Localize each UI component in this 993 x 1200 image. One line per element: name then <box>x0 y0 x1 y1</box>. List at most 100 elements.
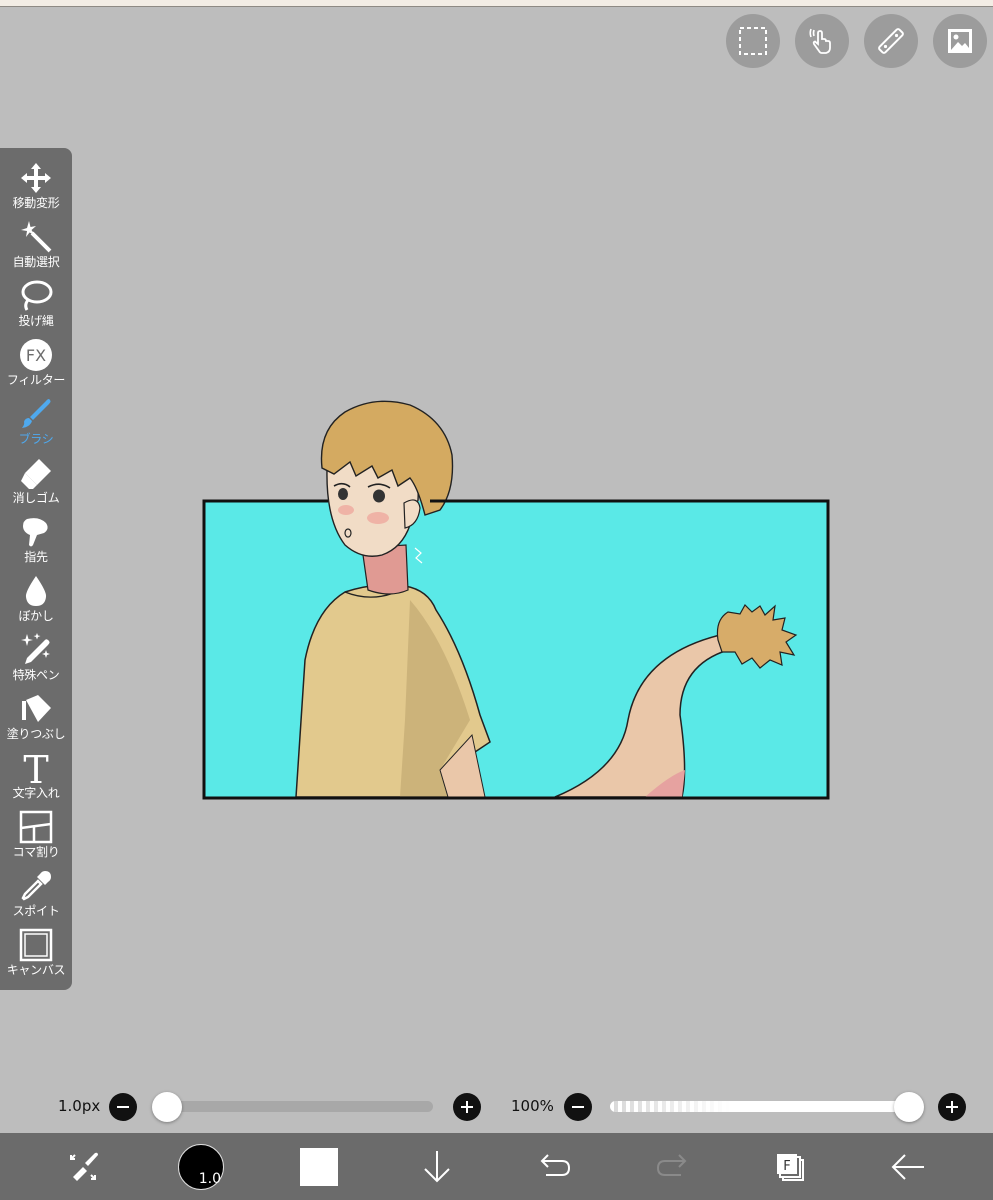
brush-size-slider-thumb[interactable] <box>152 1092 182 1122</box>
tool-move[interactable]: 移動変形 <box>0 160 72 218</box>
brush-size-slider-track[interactable] <box>154 1101 433 1112</box>
left-eye <box>338 488 348 500</box>
mouth <box>344 528 352 538</box>
tool-label: 文字入れ <box>12 786 60 800</box>
tool-brush[interactable]: ブラシ <box>0 396 72 454</box>
opacity-slider-thumb[interactable] <box>894 1092 924 1122</box>
tool-label: ブラシ <box>18 432 54 446</box>
ruler-icon <box>878 28 904 54</box>
tool-label: フィルター <box>6 373 66 387</box>
bottom-toolbar: 1.0 F <box>0 1133 993 1200</box>
save-button[interactable] <box>402 1133 472 1200</box>
tool-label: 特殊ペン <box>12 668 60 682</box>
hand-touch-icon <box>809 28 831 54</box>
sparkle-pen-icon <box>17 632 55 668</box>
magic-wand-icon <box>17 219 55 255</box>
drawing-canvas <box>0 0 993 1200</box>
bucket-icon <box>17 691 55 727</box>
cyan-panel <box>204 501 828 798</box>
svg-text:FX: FX <box>26 346 46 365</box>
back-button[interactable] <box>873 1133 943 1200</box>
brush-size-preview: 1.0 <box>178 1143 224 1190</box>
transform-icon <box>70 1152 98 1181</box>
color-button[interactable] <box>284 1133 354 1200</box>
gesture-button[interactable] <box>795 14 849 68</box>
tool-frame-divider[interactable]: コマ割り <box>0 809 72 867</box>
tool-label: 消しゴム <box>12 491 60 505</box>
redo-icon <box>656 1153 687 1176</box>
frame-divider-icon <box>17 809 55 845</box>
opacity-decrease-button[interactable] <box>564 1093 592 1121</box>
tool-blur[interactable]: ぼかし <box>0 573 72 631</box>
lasso-icon <box>17 278 55 314</box>
tool-label: 移動変形 <box>12 196 60 210</box>
undo-icon <box>540 1153 571 1176</box>
download-icon <box>424 1150 450 1182</box>
fx-icon: FX <box>17 337 55 373</box>
back-icon <box>891 1153 924 1180</box>
layers-icon: F <box>777 1153 804 1181</box>
canvas-icon <box>17 927 55 963</box>
status-bar-edge <box>0 0 993 7</box>
selection-tool-button[interactable] <box>726 14 780 68</box>
panel-border <box>202 499 830 800</box>
dashed-select-icon <box>739 27 767 55</box>
minus-icon <box>572 1106 584 1108</box>
plus-icon <box>946 1101 958 1113</box>
tool-filter[interactable]: FX フィルター <box>0 337 72 395</box>
tool-text[interactable]: T 文字入れ <box>0 750 72 808</box>
redo-button[interactable] <box>637 1133 707 1200</box>
top-tool-group <box>726 14 987 68</box>
move-arrows-icon <box>17 160 55 196</box>
svg-text:T: T <box>23 750 48 786</box>
image-icon <box>948 29 972 53</box>
tool-label: スポイト <box>12 904 60 918</box>
brush-size-value: 1.0 <box>198 1170 221 1187</box>
tool-special-pen[interactable]: 特殊ペン <box>0 632 72 690</box>
neck <box>361 544 409 595</box>
minus-icon <box>117 1106 129 1108</box>
text-icon: T <box>17 750 55 786</box>
tool-label: ぼかし <box>18 609 54 623</box>
opacity-increase-button[interactable] <box>938 1093 966 1121</box>
tool-eraser[interactable]: 消しゴム <box>0 455 72 513</box>
finger-icon <box>17 514 55 550</box>
tool-eyedropper[interactable]: スポイト <box>0 868 72 926</box>
tail-tuft <box>716 604 798 669</box>
tool-label: 自動選択 <box>12 255 60 269</box>
property-slider-row: 1.0px 100% <box>0 1086 993 1126</box>
opacity-slider-track[interactable] <box>610 1101 910 1112</box>
brush-icon <box>17 396 55 432</box>
tail <box>554 634 730 798</box>
plus-icon <box>461 1101 473 1113</box>
face <box>326 446 419 557</box>
layers-button[interactable]: F <box>755 1133 825 1200</box>
hair <box>320 400 454 516</box>
tool-smudge[interactable]: 指先 <box>0 514 72 572</box>
tool-canvas[interactable]: キャンバス <box>0 927 72 985</box>
shirt <box>295 584 491 798</box>
eyedropper-icon <box>17 868 55 904</box>
brush-size-increase-button[interactable] <box>453 1093 481 1121</box>
material-button[interactable] <box>933 14 987 68</box>
transform-button[interactable] <box>48 1133 118 1200</box>
tool-fill[interactable]: 塗りつぶし <box>0 691 72 749</box>
tool-magic-wand[interactable]: 自動選択 <box>0 219 72 277</box>
droplet-icon <box>17 573 55 609</box>
opacity-label: 100% <box>511 1097 554 1115</box>
tool-lasso[interactable]: 投げ縄 <box>0 278 72 336</box>
tool-label: コマ割り <box>12 845 60 859</box>
brush-size-label: 1.0px <box>58 1097 101 1115</box>
tool-label: キャンバス <box>6 963 66 977</box>
tool-label: 指先 <box>24 550 48 564</box>
ruler-button[interactable] <box>864 14 918 68</box>
brush-size-decrease-button[interactable] <box>109 1093 137 1121</box>
tool-label: 投げ縄 <box>18 314 54 328</box>
right-eye <box>373 489 385 503</box>
brush-size-button[interactable]: 1.0 <box>166 1133 236 1200</box>
eraser-icon <box>17 455 55 491</box>
tool-label: 塗りつぶし <box>6 727 66 741</box>
color-swatch <box>300 1147 338 1186</box>
tool-palette: 移動変形 自動選択 投げ縄 FX フィルター ブラシ 消しゴム 指先 ぼかし 特… <box>0 148 72 990</box>
undo-button[interactable] <box>520 1133 590 1200</box>
